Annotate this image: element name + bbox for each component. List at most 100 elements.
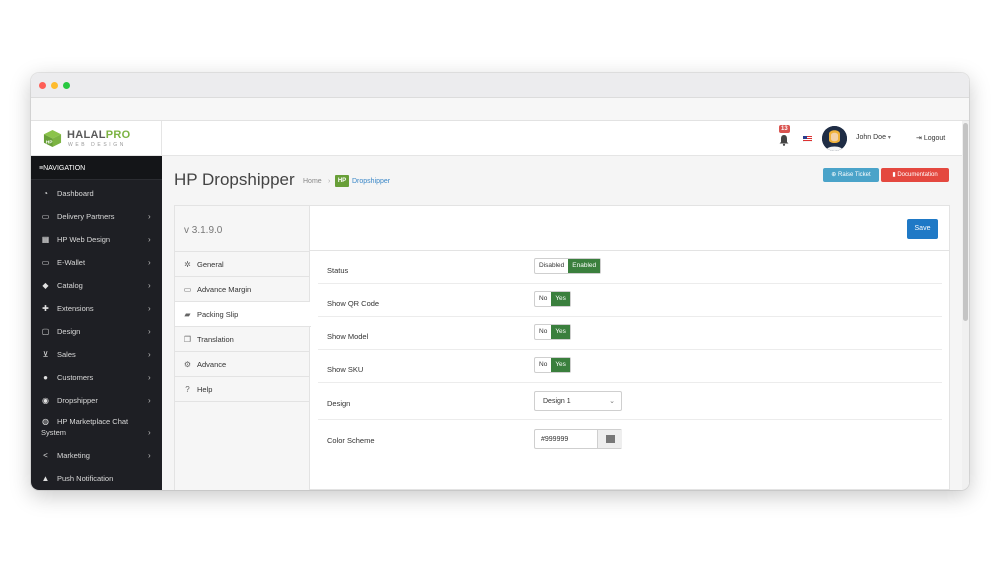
sidebar-item-push-notification[interactable]: ▲ Push Notification [31,470,162,489]
show-qr-yes-option[interactable]: Yes [551,292,570,306]
logo-cube-icon: HP [43,129,62,148]
windows-icon: ▦ [41,235,50,244]
chevron-right-icon: › [148,304,151,313]
color-scheme-input[interactable]: #999999 [534,429,622,449]
raise-ticket-button[interactable]: ⊕ Raise Ticket [823,168,879,182]
tag-icon: ◆ [42,281,49,290]
sidebar-item-hp-web-design[interactable]: ▦ HP Web Design › [31,231,162,250]
bell-icon: ▲ [41,474,50,483]
close-window-button[interactable] [39,82,46,89]
status-disabled-option[interactable]: Disabled [535,259,568,273]
logo-text: HALALPRO [67,129,131,141]
color-picker-button[interactable] [597,430,622,448]
puzzle-icon: ✚ [42,304,49,313]
show-qr-toggle[interactable]: No Yes [534,291,571,307]
scrollbar-thumb[interactable] [963,123,968,321]
chat-icon: ◍ [42,417,49,426]
color-swatch [606,435,615,443]
chevron-right-icon: › [148,350,151,359]
breadcrumb-current-link[interactable]: Dropshipper [352,178,390,185]
svg-text:HP: HP [46,139,53,145]
brand-logo[interactable]: HP HALALPRO WEB DESIGN [31,121,162,156]
language-flag-icon[interactable] [803,136,812,142]
user-avatar[interactable] [822,126,847,151]
user-menu[interactable]: John Doe ▾ [856,134,891,141]
page-title: HP Dropshipper [174,170,295,189]
show-model-yes-option[interactable]: Yes [551,325,570,339]
browser-window: HP HALALPRO WEB DESIGN 13 John Doe ▾ ⇥ L… [31,73,969,490]
book-icon: ▮ [892,172,896,178]
sidebar-nav: ≡NAVIGATION ◔ Dashboard ▭ Delivery Partn… [31,156,162,490]
sidebar-item-customers[interactable]: ● Customers › [31,369,162,388]
cart-icon: ⊻ [42,350,49,359]
setting-row-show-model: Show Model No Yes [318,317,942,350]
breadcrumb-hp-logo: HP [335,175,349,187]
show-model-toggle[interactable]: No Yes [534,324,571,340]
question-icon: ? [185,385,190,394]
dashboard-icon: ◔ [43,189,48,198]
chevron-right-icon: › [148,258,151,267]
logout-icon: ⇥ [916,135,922,142]
tab-translation[interactable]: ❐ Translation [175,327,310,352]
tab-advance-margin[interactable]: ▭ Advance Margin [175,277,310,302]
chevron-right-icon: › [148,235,151,244]
tab-help[interactable]: ? Help [175,377,310,402]
gears-icon: ⚙ [183,360,192,369]
breadcrumb-home-link[interactable]: Home [303,178,322,185]
desktop-icon: ▢ [41,327,50,336]
credit-card-icon: ▭ [41,258,50,267]
page-scrollbar[interactable] [962,121,969,490]
settings-panel: v 3.1.9.0 ✲ General ▭ Advance Margin ▰ P… [174,205,950,490]
users-icon: ◉ [42,396,49,405]
sidebar-item-delivery-partners[interactable]: ▭ Delivery Partners › [31,208,162,227]
tab-advance[interactable]: ⚙ Advance [175,352,310,377]
version-label: v 3.1.9.0 [184,225,223,236]
sidebar-item-marketing[interactable]: < Marketing › [31,447,162,466]
chevron-right-icon: › [148,281,151,290]
design-select[interactable]: Design 1 ⌄ [534,391,622,411]
sidebar-item-dropshipper[interactable]: ◉ Dropshipper › [31,392,162,411]
logo-tagline: WEB DESIGN [68,142,126,148]
sidebar-item-extensions[interactable]: ✚ Extensions › [31,300,162,319]
maximize-window-button[interactable] [63,82,70,89]
show-sku-toggle[interactable]: No Yes [534,357,571,373]
truck-icon: ▰ [184,310,191,319]
chevron-right-icon: › [148,396,151,405]
setting-row-status: Status Disabled Enabled [318,251,942,284]
logout-link[interactable]: ⇥ Logout [916,134,945,142]
show-sku-yes-option[interactable]: Yes [551,358,570,372]
top-bar: 13 John Doe ▾ ⇥ Logout [162,121,969,156]
sidebar-item-design[interactable]: ▢ Design › [31,323,162,342]
sidebar-item-e-wallet[interactable]: ▭ E-Wallet › [31,254,162,273]
setting-row-color-scheme: Color Scheme #999999 [318,420,942,458]
sidebar-item-dashboard[interactable]: ◔ Dashboard [31,185,162,204]
show-sku-no-option[interactable]: No [535,358,551,372]
chevron-down-icon: ⌄ [609,398,615,405]
sidebar-item-catalog[interactable]: ◆ Catalog › [31,277,162,296]
nav-header: ≡NAVIGATION [31,156,162,180]
credit-card-icon: ▭ [41,212,50,221]
chevron-right-icon: › [148,327,151,336]
show-qr-no-option[interactable]: No [535,292,551,306]
tab-general[interactable]: ✲ General [175,252,310,277]
status-enabled-option[interactable]: Enabled [568,259,601,273]
user-icon: ● [43,373,48,382]
minimize-window-button[interactable] [51,82,58,89]
status-toggle[interactable]: Disabled Enabled [534,258,602,274]
show-model-no-option[interactable]: No [535,325,551,339]
browser-toolbar [31,98,969,121]
breadcrumb-separator: › [328,178,331,185]
window-titlebar [31,73,969,98]
chevron-right-icon: › [148,373,151,382]
sidebar-item-sales[interactable]: ⊻ Sales › [31,346,162,365]
notification-bell-icon[interactable] [779,134,789,146]
ticket-icon: ⊕ [831,172,837,178]
credit-card-icon: ▭ [183,285,192,294]
tab-packing-slip[interactable]: ▰ Packing Slip [175,302,311,327]
settings-tabs: v 3.1.9.0 ✲ General ▭ Advance Margin ▰ P… [175,206,311,490]
documentation-button[interactable]: ▮ Documentation [881,168,949,182]
notification-badge: 13 [779,125,790,133]
chevron-right-icon: › [148,451,151,460]
sidebar-item-hp-marketplace-chat[interactable]: ◍ HP Marketplace Chat System › [31,414,162,442]
save-button[interactable]: Save [907,219,938,239]
